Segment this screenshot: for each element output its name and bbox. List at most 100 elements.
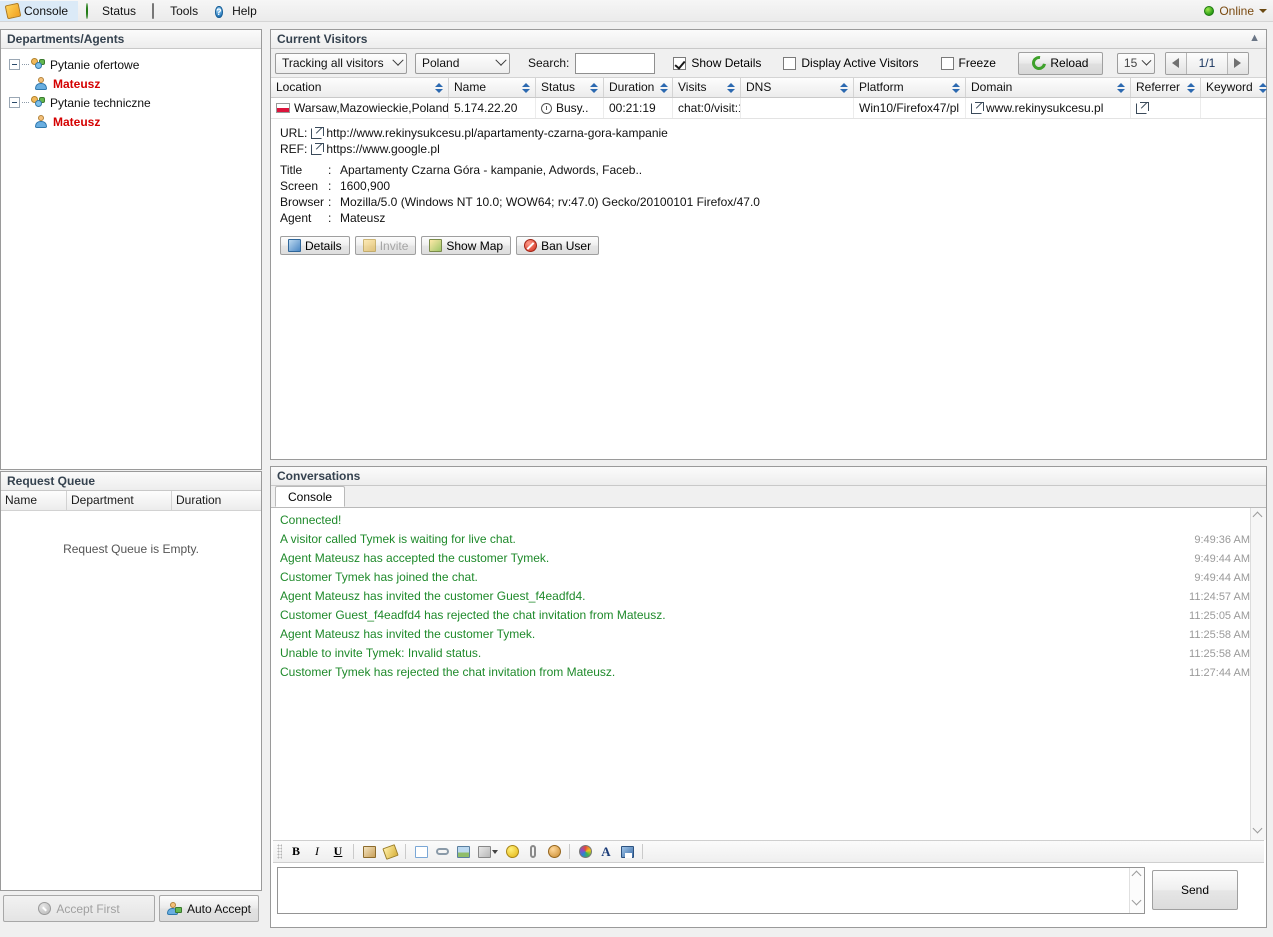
menu-item-tools[interactable]: Tools (146, 1, 208, 21)
scroll-down-icon[interactable] (1252, 823, 1264, 835)
accept-first-button[interactable]: Accept First (3, 895, 155, 922)
ban-user-button[interactable]: Ban User (516, 236, 600, 255)
previous-page-button[interactable] (1165, 52, 1186, 74)
collapse-toggle-icon[interactable] (9, 59, 20, 70)
link-icon[interactable] (432, 842, 452, 861)
current-visitors-title: Current Visitors (277, 32, 368, 46)
column-label: Duration (609, 80, 655, 94)
external-link-icon[interactable] (1136, 101, 1149, 114)
column-header-location[interactable]: Location (271, 78, 449, 97)
column-header-domain[interactable]: Domain (966, 78, 1131, 97)
message-input-box[interactable] (277, 867, 1145, 914)
column-header-status[interactable]: Status (536, 78, 604, 97)
external-link-icon[interactable] (311, 142, 325, 155)
departments-agents-panel: Departments/Agents Pytanie ofertowe Mate… (0, 29, 262, 470)
agent-icon (33, 114, 49, 129)
details-icon (288, 239, 301, 252)
next-page-button[interactable] (1227, 52, 1248, 74)
online-status-dropdown[interactable]: Online (1204, 2, 1267, 20)
chevron-down-icon (495, 54, 507, 66)
tree-node-department[interactable]: Pytanie ofertowe (5, 55, 261, 74)
column-header-dns[interactable]: DNS (741, 78, 854, 97)
message-input-scrollbar[interactable] (1129, 868, 1144, 913)
invite-button[interactable]: Invite (354, 236, 417, 255)
log-message: Agent Mateusz has accepted the customer … (280, 551, 550, 565)
show-map-button[interactable]: Show Map (421, 236, 512, 255)
request-queue-panel: Request Queue Name Department Duration R… (0, 471, 262, 891)
spellcheck-icon[interactable] (411, 842, 431, 861)
tab-console-label: Console (288, 490, 333, 504)
page-size-value: 15 (1123, 56, 1138, 70)
italic-icon[interactable]: I (307, 842, 327, 861)
tracking-filter-select[interactable]: Tracking all visitors (275, 52, 407, 74)
collapse-toggle-icon[interactable] (9, 97, 20, 108)
tree-node-department[interactable]: Pytanie techniczne (5, 93, 261, 112)
queue-column-name[interactable]: Name (1, 491, 67, 510)
toolbar-grip-icon[interactable] (277, 844, 282, 859)
chat-log-scrollbar[interactable] (1250, 508, 1266, 840)
detail-url-label: URL: (280, 126, 308, 140)
column-header-keyword[interactable]: Keyword (1201, 78, 1268, 97)
sort-icon (1258, 82, 1268, 94)
paste-icon[interactable] (359, 842, 379, 861)
flag-poland-icon (276, 103, 290, 113)
freeze-checkbox[interactable]: Freeze (940, 56, 996, 70)
scroll-up-icon[interactable] (1131, 870, 1143, 882)
search-input[interactable] (575, 52, 656, 74)
tree-node-agent[interactable]: Mateusz (5, 74, 261, 93)
attachment-icon[interactable] (523, 842, 543, 861)
color-icon[interactable] (575, 842, 595, 861)
show-details-label: Show Details (691, 56, 762, 70)
send-button[interactable]: Send (1152, 870, 1238, 910)
tab-console[interactable]: Console (275, 486, 346, 507)
scroll-down-icon[interactable] (1131, 895, 1143, 907)
country-filter-select[interactable]: Poland (415, 52, 510, 74)
column-header-platform[interactable]: Platform (854, 78, 966, 97)
sound-icon[interactable] (544, 842, 564, 861)
message-input[interactable] (278, 868, 1129, 913)
scroll-up-icon[interactable] (1252, 511, 1264, 523)
column-label: Status (541, 80, 576, 94)
image-icon[interactable] (453, 842, 473, 861)
ban-icon (524, 239, 538, 252)
log-message: Unable to invite Tymek: Invalid status. (280, 646, 482, 660)
tree-node-agent[interactable]: Mateusz (5, 112, 261, 131)
external-link-icon[interactable] (311, 126, 325, 139)
tree-node-label: Mateusz (53, 76, 101, 91)
detail-field-key: Agent (280, 211, 312, 225)
details-button[interactable]: Details (280, 236, 350, 255)
column-header-duration[interactable]: Duration (604, 78, 673, 97)
pagination-control: 1/1 (1164, 51, 1249, 75)
external-link-icon[interactable] (971, 101, 984, 114)
column-header-name[interactable]: Name (449, 78, 536, 97)
menu-item-console[interactable]: Console (0, 0, 79, 21)
menu-item-status[interactable]: Status (78, 1, 146, 21)
column-header-referrer[interactable]: Referrer (1131, 78, 1201, 97)
queue-column-duration[interactable]: Duration (172, 491, 261, 510)
underline-icon[interactable]: U (328, 842, 348, 861)
visitor-row[interactable]: Warsaw,Mazowieckie,Poland 5.174.22.20 Bu… (271, 98, 1266, 119)
save-icon[interactable] (617, 842, 637, 861)
column-label: Visits (678, 80, 707, 94)
brush-icon[interactable] (380, 842, 400, 861)
queue-column-department[interactable]: Department (67, 491, 172, 510)
bold-icon[interactable]: B (286, 842, 306, 861)
font-icon[interactable]: A (596, 842, 616, 861)
cell-status: Busy.. (536, 98, 604, 118)
canned-response-icon[interactable] (474, 842, 501, 861)
smiley-icon[interactable] (502, 842, 522, 861)
reload-button[interactable]: Reload (1017, 51, 1103, 75)
detail-field-key: Title (280, 163, 303, 177)
visitors-grid-header: Location Name Status Duration Visits DNS… (271, 78, 1268, 98)
cell-platform: Win10/Firefox47/pl (854, 98, 966, 118)
column-header-visits[interactable]: Visits (673, 78, 741, 97)
chevron-down-icon (392, 54, 404, 66)
display-active-visitors-checkbox[interactable]: Display Active Visitors (783, 56, 919, 70)
menu-item-label: Status (102, 3, 137, 18)
clock-icon (541, 102, 552, 114)
show-details-checkbox[interactable]: Show Details (673, 56, 761, 70)
auto-accept-button[interactable]: Auto Accept (159, 895, 259, 922)
menu-item-help[interactable]: ? Help (208, 1, 267, 21)
collapse-panel-icon[interactable]: ▲ (1249, 33, 1260, 44)
page-size-select[interactable]: 15 (1116, 52, 1155, 74)
